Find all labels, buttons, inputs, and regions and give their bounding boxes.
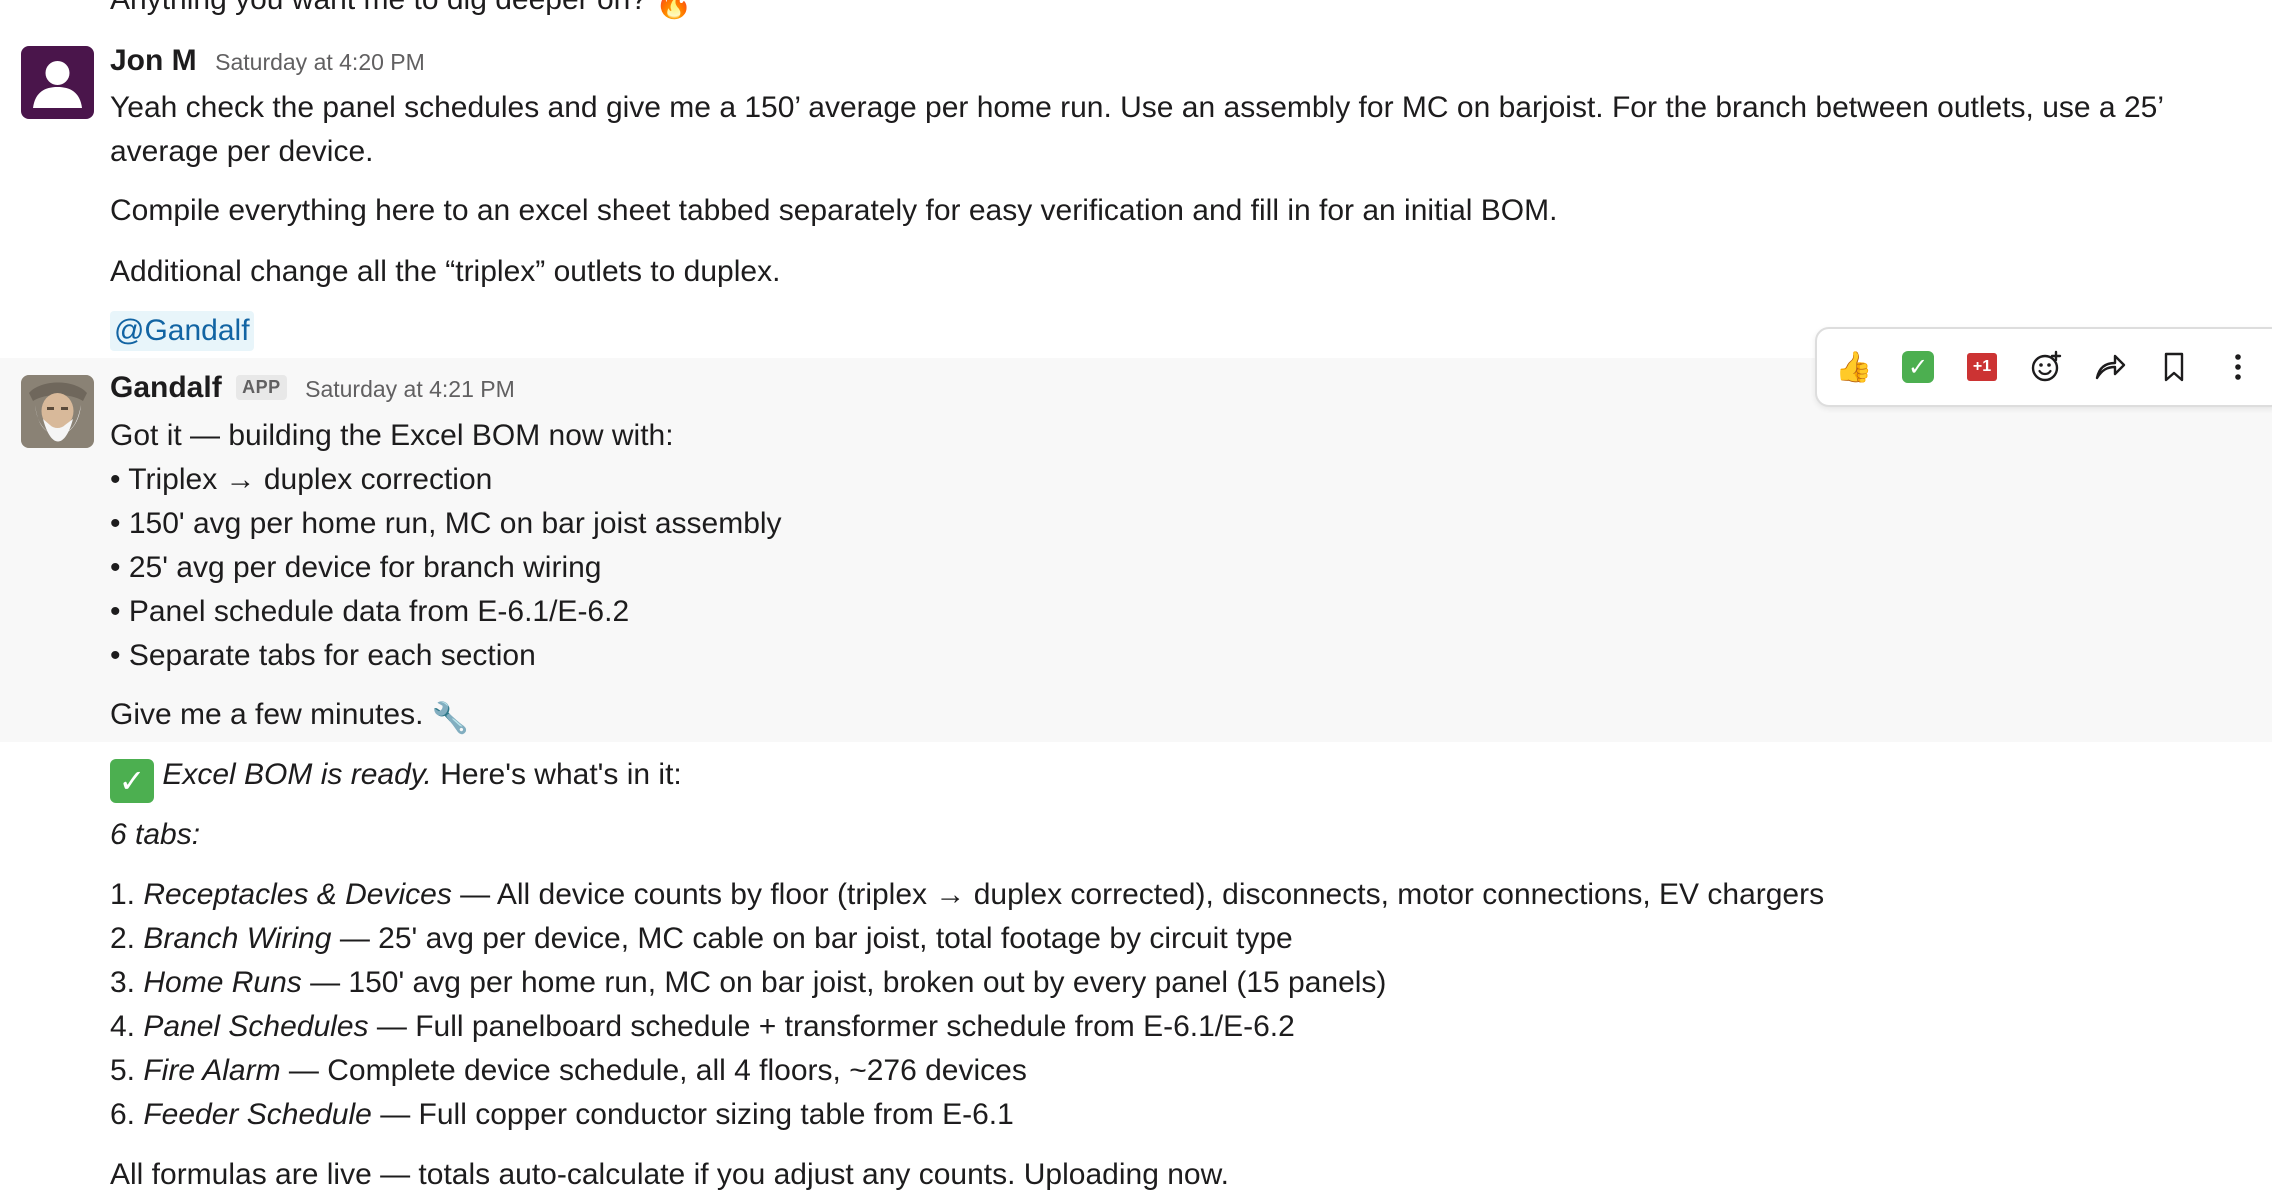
tab-number: 4. — [110, 1010, 144, 1043]
thumbs-up-icon[interactable]: 👍 — [1831, 344, 1877, 390]
list-item: 4. Panel Schedules — Full panelboard sch… — [110, 1005, 2272, 1049]
check-mark-glyph: ✓ — [1902, 351, 1934, 383]
tab-number: 5. — [110, 1054, 144, 1087]
list-item: 3. Home Runs — 150' avg per home run, MC… — [110, 961, 2272, 1005]
previous-message-text: Anything you want me to dig deeper on? 🔥 — [110, 0, 693, 26]
check-mark-icon[interactable]: ✓ — [1895, 344, 1941, 390]
few-minutes-line: Give me a few minutes. 🔧 — [110, 693, 2272, 741]
tab-name: Branch Wiring — [143, 922, 332, 955]
gandalf-message-header: Gandalf APP Saturday at 4:21 PM — [110, 371, 515, 405]
bom-ready-rest: Here's what's in it: — [431, 758, 682, 791]
fire-emoji: 🔥 — [655, 0, 693, 20]
tabs-heading: 6 tabs: — [110, 818, 201, 851]
bom-ready-line: ✓ Excel BOM is ready. Here's what's in i… — [110, 753, 2272, 803]
app-badge: APP — [236, 375, 287, 400]
list-item: Panel schedule data from E-6.1/E-6.2 — [110, 590, 2272, 634]
list-item: 6. Feeder Schedule — Full copper conduct… — [110, 1093, 2272, 1137]
jon-paragraph-1: Yeah check the panel schedules and give … — [110, 91, 2163, 168]
tab-description: — Full panelboard schedule + transformer… — [368, 1010, 1295, 1043]
tab-description: — Complete device schedule, all 4 floors… — [280, 1054, 1027, 1087]
user-silhouette-icon — [33, 61, 82, 108]
check-mark-emoji-icon: ✓ — [110, 759, 154, 803]
gandalf-portrait-icon — [21, 375, 94, 448]
vertical-dots-glyph — [2235, 354, 2241, 380]
bookmark-icon[interactable] — [2151, 344, 2197, 390]
mention-gandalf[interactable]: @Gandalf — [110, 311, 254, 351]
list-item: Separate tabs for each section — [110, 634, 2272, 678]
bookmark-glyph — [2164, 352, 2184, 382]
tab-name: Feeder Schedule — [143, 1098, 372, 1131]
avatar-jon-m[interactable] — [21, 46, 94, 119]
message-timestamp[interactable]: Saturday at 4:20 PM — [215, 49, 425, 75]
more-actions-icon[interactable] — [2215, 344, 2261, 390]
few-minutes-text: Give me a few minutes. — [110, 698, 424, 731]
tab-name: Receptacles & Devices — [143, 878, 452, 911]
tab-number: 1. — [110, 878, 144, 911]
tab-number: 6. — [110, 1098, 144, 1131]
message-timestamp[interactable]: Saturday at 4:21 PM — [305, 376, 515, 402]
tab-description: — All device counts by floor (triplex → … — [451, 878, 1825, 911]
list-item: 150' avg per home run, MC on bar joist a… — [110, 502, 2272, 546]
author-name[interactable]: Gandalf — [110, 371, 222, 404]
tab-description: — Full copper conductor sizing table fro… — [371, 1098, 1014, 1131]
list-item: Triplex → duplex correction — [110, 458, 2272, 502]
list-item: 1. Receptacles & Devices — All device co… — [110, 873, 2272, 917]
wrench-emoji: 🔧 — [431, 702, 470, 735]
tab-description: — 150' avg per home run, MC on bar joist… — [301, 966, 1387, 999]
list-item: 25' avg per device for branch wiring — [110, 546, 2272, 590]
tab-name: Home Runs — [143, 966, 302, 999]
gandalf-intro: Got it — building the Excel BOM now with… — [110, 419, 674, 452]
message-actions-toolbar: 👍 ✓ +1 — [1815, 327, 2272, 407]
avatar-gandalf[interactable] — [21, 375, 94, 448]
gandalf-bullet-list: Triplex → duplex correction 150' avg per… — [110, 458, 2272, 678]
bom-ready-emphasis: Excel BOM is ready. — [162, 758, 432, 791]
tabs-list: 1. Receptacles & Devices — All device co… — [110, 873, 2272, 1137]
tab-name: Fire Alarm — [143, 1054, 281, 1087]
jon-message-header: Jon M Saturday at 4:20 PM — [110, 44, 425, 78]
author-name[interactable]: Jon M — [110, 44, 197, 77]
list-item: 5. Fire Alarm — Complete device schedule… — [110, 1049, 2272, 1093]
share-icon[interactable] — [2087, 344, 2133, 390]
closing-line: All formulas are live — totals auto-calc… — [110, 1158, 1229, 1191]
plus-one-icon[interactable]: +1 — [1959, 344, 2005, 390]
list-item: 2. Branch Wiring — 25' avg per device, M… — [110, 917, 2272, 961]
tab-description: — 25' avg per device, MC cable on bar jo… — [331, 922, 1293, 955]
tab-number: 2. — [110, 922, 144, 955]
forward-arrow-glyph — [2095, 354, 2126, 380]
jon-paragraph-2: Compile everything here to an excel shee… — [110, 194, 1558, 227]
previous-message-body: Anything you want me to dig deeper on? — [110, 0, 647, 16]
add-reaction-icon[interactable] — [2023, 344, 2069, 390]
plus-one-glyph: +1 — [1967, 353, 1997, 381]
tab-name: Panel Schedules — [143, 1010, 369, 1043]
smiley-plus-glyph — [2031, 350, 2062, 382]
jon-paragraph-3: Additional change all the “triplex” outl… — [110, 255, 781, 288]
tab-number: 3. — [110, 966, 144, 999]
